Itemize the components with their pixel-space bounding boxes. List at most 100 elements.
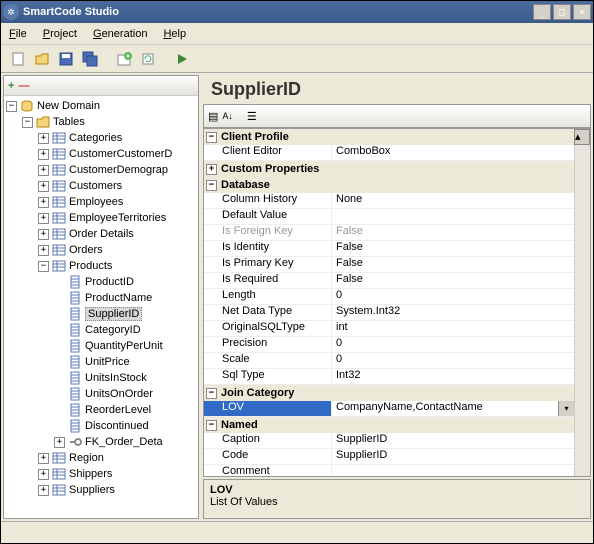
tree-col-discontinued[interactable]: Discontinued <box>6 418 196 434</box>
saveall-button[interactable] <box>79 48 101 70</box>
scroll-up-icon[interactable]: ▴ <box>574 129 590 145</box>
tree-label[interactable]: UnitPrice <box>85 356 130 368</box>
tree-tables[interactable]: − Tables <box>6 114 196 130</box>
prop-sql-type[interactable]: Sql TypeInt32 <box>204 369 574 385</box>
run-button[interactable] <box>171 48 193 70</box>
tree-col-unitsinstock[interactable]: UnitsInStock <box>6 370 196 386</box>
tree-label[interactable]: Customers <box>69 180 122 192</box>
tree-table-customercustomerd[interactable]: + CustomerCustomerD <box>6 146 196 162</box>
expand-icon[interactable]: + <box>38 133 49 144</box>
tree-table-categories[interactable]: + Categories <box>6 130 196 146</box>
prop-client-editor[interactable]: Client EditorComboBox <box>204 145 574 161</box>
expand-icon[interactable]: + <box>38 245 49 256</box>
tree-label[interactable]: EmployeeTerritories <box>69 212 166 224</box>
tree-table-customerdemograp[interactable]: + CustomerDemograp <box>6 162 196 178</box>
new-button[interactable] <box>7 48 29 70</box>
remove-node-icon[interactable]: — <box>18 80 29 92</box>
expand-icon[interactable]: + <box>38 181 49 192</box>
tree-table-customers[interactable]: + Customers <box>6 178 196 194</box>
prop-column-history[interactable]: Column HistoryNone <box>204 193 574 209</box>
tree-label[interactable]: UnitsOnOrder <box>85 388 153 400</box>
dropdown-icon[interactable]: ▾ <box>558 401 574 416</box>
tree-label[interactable]: Categories <box>69 132 122 144</box>
expand-icon[interactable]: + <box>38 229 49 240</box>
tree-table-order details[interactable]: + Order Details <box>6 226 196 242</box>
tree-col-reorderlevel[interactable]: ReorderLevel <box>6 402 196 418</box>
tree-col-productid[interactable]: ProductID <box>6 274 196 290</box>
minimize-button[interactable]: _ <box>533 4 551 20</box>
props-page-icon[interactable]: ☰ <box>247 110 257 123</box>
tree-label[interactable]: Discontinued <box>85 420 149 432</box>
category-client-profile[interactable]: −Client Profile <box>204 129 574 145</box>
prop-net-data-type[interactable]: Net Data TypeSystem.Int32 <box>204 305 574 321</box>
tree-col-fk_order_deta[interactable]: + FK_Order_Deta <box>6 434 196 450</box>
expand-icon[interactable]: + <box>38 149 49 160</box>
menu-help[interactable]: Help <box>163 28 186 40</box>
refresh-button[interactable] <box>137 48 159 70</box>
prop-is-identity[interactable]: Is IdentityFalse <box>204 241 574 257</box>
tree-col-categoryid[interactable]: CategoryID <box>6 322 196 338</box>
expand-icon[interactable]: + <box>38 469 49 480</box>
sort-az-icon[interactable]: A↓ <box>222 111 233 121</box>
add-button[interactable] <box>113 48 135 70</box>
prop-code[interactable]: CodeSupplierID <box>204 449 574 465</box>
tree-label[interactable]: CustomerDemograp <box>69 164 168 176</box>
tree-label[interactable]: New Domain <box>37 100 100 112</box>
close-button[interactable]: × <box>573 4 591 20</box>
prop-comment[interactable]: Comment <box>204 465 574 477</box>
tree-label[interactable]: QuantityPerUnit <box>85 340 163 352</box>
category-custom-properties[interactable]: +Custom Properties <box>204 161 574 177</box>
tree-label[interactable]: SupplierID <box>85 307 142 321</box>
prop-scale[interactable]: Scale0 <box>204 353 574 369</box>
tree-label[interactable]: Order Details <box>69 228 134 240</box>
save-button[interactable] <box>55 48 77 70</box>
tree-label[interactable]: CategoryID <box>85 324 141 336</box>
tree-root[interactable]: −New Domain <box>6 98 196 114</box>
tree-label[interactable]: ProductName <box>85 292 152 304</box>
maximize-button[interactable]: □ <box>553 4 571 20</box>
add-node-icon[interactable]: + <box>8 80 14 92</box>
tree-label[interactable]: Region <box>69 452 104 464</box>
tree-view[interactable]: −New Domain−Tables+Categories+CustomerCu… <box>4 96 198 518</box>
category-named[interactable]: −Named <box>204 417 574 433</box>
prop-default-value[interactable]: Default Value <box>204 209 574 225</box>
prop-lov[interactable]: LOVCompanyName,ContactName▾ <box>204 401 574 417</box>
expand-icon[interactable]: − <box>38 261 49 272</box>
expand-icon[interactable]: + <box>38 453 49 464</box>
tree-table-orders[interactable]: + Orders <box>6 242 196 258</box>
tree-label[interactable]: ReorderLevel <box>85 404 151 416</box>
tree-table-suppliers[interactable]: + Suppliers <box>6 482 196 498</box>
tree-label[interactable]: Employees <box>69 196 123 208</box>
prop-length[interactable]: Length0 <box>204 289 574 305</box>
tree-label[interactable]: Suppliers <box>69 484 115 496</box>
tree-label[interactable]: FK_Order_Deta <box>85 436 163 448</box>
tree-label[interactable]: Orders <box>69 244 103 256</box>
menu-generation[interactable]: Generation <box>93 28 147 40</box>
expand-icon[interactable]: + <box>38 485 49 496</box>
tree-table-employees[interactable]: + Employees <box>6 194 196 210</box>
tree-col-quantityperunit[interactable]: QuantityPerUnit <box>6 338 196 354</box>
tree-col-productname[interactable]: ProductName <box>6 290 196 306</box>
tree-table-shippers[interactable]: +Shippers <box>6 466 196 482</box>
tree-label[interactable]: Products <box>69 260 112 272</box>
tree-label[interactable]: UnitsInStock <box>85 372 147 384</box>
expand-icon[interactable]: + <box>54 437 65 448</box>
tree-label[interactable]: CustomerCustomerD <box>69 148 172 160</box>
property-grid[interactable]: −Client Profile Client EditorComboBox +C… <box>203 128 591 477</box>
tree-table-products[interactable]: − Products <box>6 258 196 274</box>
prop-is-primary-key[interactable]: Is Primary KeyFalse <box>204 257 574 273</box>
category-join[interactable]: −Join Category <box>204 385 574 401</box>
prop-precision[interactable]: Precision0 <box>204 337 574 353</box>
tree-label[interactable]: ProductID <box>85 276 134 288</box>
menu-project[interactable]: Project <box>43 28 77 40</box>
expand-icon[interactable]: + <box>38 213 49 224</box>
tree-label[interactable]: Tables <box>53 116 85 128</box>
tree-col-unitprice[interactable]: UnitPrice <box>6 354 196 370</box>
expand-icon[interactable]: − <box>22 117 33 128</box>
categorized-icon[interactable]: ▤ <box>208 110 218 123</box>
prop-is-required[interactable]: Is RequiredFalse <box>204 273 574 289</box>
expand-icon[interactable]: + <box>38 165 49 176</box>
prop-original-sql-type[interactable]: OriginalSQLTypeint <box>204 321 574 337</box>
menu-file[interactable]: File <box>9 28 27 40</box>
expand-icon[interactable]: + <box>38 197 49 208</box>
